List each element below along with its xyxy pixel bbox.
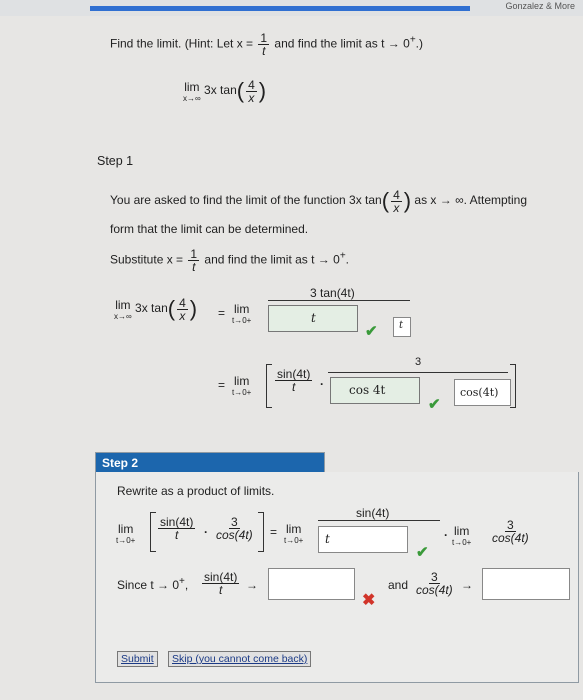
cross-icon: ✖ (362, 592, 376, 609)
and-fraction: 3 cos(4t) (416, 570, 453, 597)
step2-right-bracket (258, 512, 264, 552)
check-icon-2: ✔ (428, 396, 441, 413)
t-limit-operator-2: lim t→0+ (232, 374, 252, 397)
skip-button[interactable]: Skip (you cannot come back) (168, 651, 312, 667)
step2-rhs-limit-2: lim t→0+ (452, 524, 472, 547)
check-icon: ✔ (365, 323, 378, 340)
equals-sign-2: = (218, 378, 226, 392)
step2-fraction-bar (318, 520, 440, 521)
step2-rhs-limit: lim t→0+ (284, 522, 304, 545)
step2-rhs-numerator: sin(4t) (356, 506, 390, 520)
t-limit-operator: lim t→0+ (232, 302, 252, 325)
arrow-2: → (461, 578, 473, 592)
step2-title: Step 2 (102, 456, 139, 470)
step2-intro: Rewrite as a product of limits. (117, 484, 275, 498)
step2-left-bracket (150, 512, 156, 552)
equals-sign: = (218, 306, 226, 320)
step1-numerator: 3 tan(4t) (310, 286, 355, 300)
since-fraction: sin(4t) t (202, 570, 240, 597)
since-answer-box-1[interactable] (268, 568, 355, 600)
question-text: Find the limit. (Hint: Let x = 1t and fi… (110, 31, 423, 58)
since-statement: Since t → 0+, (117, 576, 189, 592)
check-icon-3: ✔ (416, 544, 429, 561)
step2-lhs-limit: lim t→0+ (116, 522, 136, 545)
substitute-instruction: Substitute x = 1t and find the limit as … (110, 247, 349, 274)
arrow-1: → (246, 578, 258, 592)
submit-button[interactable]: Submit (117, 651, 158, 667)
step2-rhs-dot: · (444, 528, 448, 542)
step2-rhs-factor: 3 cos(4t) (492, 518, 529, 545)
since-answer-box-2[interactable] (482, 568, 570, 600)
fraction-bar-2 (328, 372, 508, 373)
step1-answer-box-2[interactable]: cos 4t (330, 377, 420, 404)
step2-equals: = (270, 525, 278, 539)
step2-header-bar: Step 2 (95, 452, 325, 474)
step1-paragraph-line1: You are asked to find the limit of the f… (110, 187, 528, 215)
step1-paragraph-line2: form that the limit can be determined. (110, 222, 309, 236)
sin-over-t-fraction: sin(4t) t (275, 367, 313, 394)
and-text: and (388, 578, 409, 592)
top-progress-bar: Gonzalez & More (0, 0, 583, 16)
step1-hint-box[interactable]: t (393, 317, 411, 337)
hint-fraction: 1t (258, 31, 270, 58)
left-bracket (266, 364, 272, 408)
step1-lhs-limit: lim x→∞ 3x tan(4 x) (114, 295, 198, 323)
step1-title: Step 1 (97, 154, 134, 168)
step1-answer-box-1[interactable]: t (268, 305, 358, 332)
right-bracket (510, 364, 516, 408)
progress-indicator (90, 6, 470, 11)
step2-factor-1: sin(4t) t (158, 515, 196, 542)
step1-answer-box-3[interactable]: cos(4t) (454, 379, 511, 406)
multiply-dot: · (320, 377, 324, 391)
fraction-bar (268, 300, 410, 301)
step2-factor-2: 3 cos(4t) (216, 515, 253, 542)
step2-dot: · (204, 525, 208, 539)
step2-answer-box-denominator[interactable]: t (318, 526, 408, 553)
numerator-3: 3 (415, 356, 422, 368)
top-right-text: Gonzalez & More (505, 1, 575, 11)
question-limit-expression: lim x→∞ 3x tan(4 x) (183, 77, 267, 105)
